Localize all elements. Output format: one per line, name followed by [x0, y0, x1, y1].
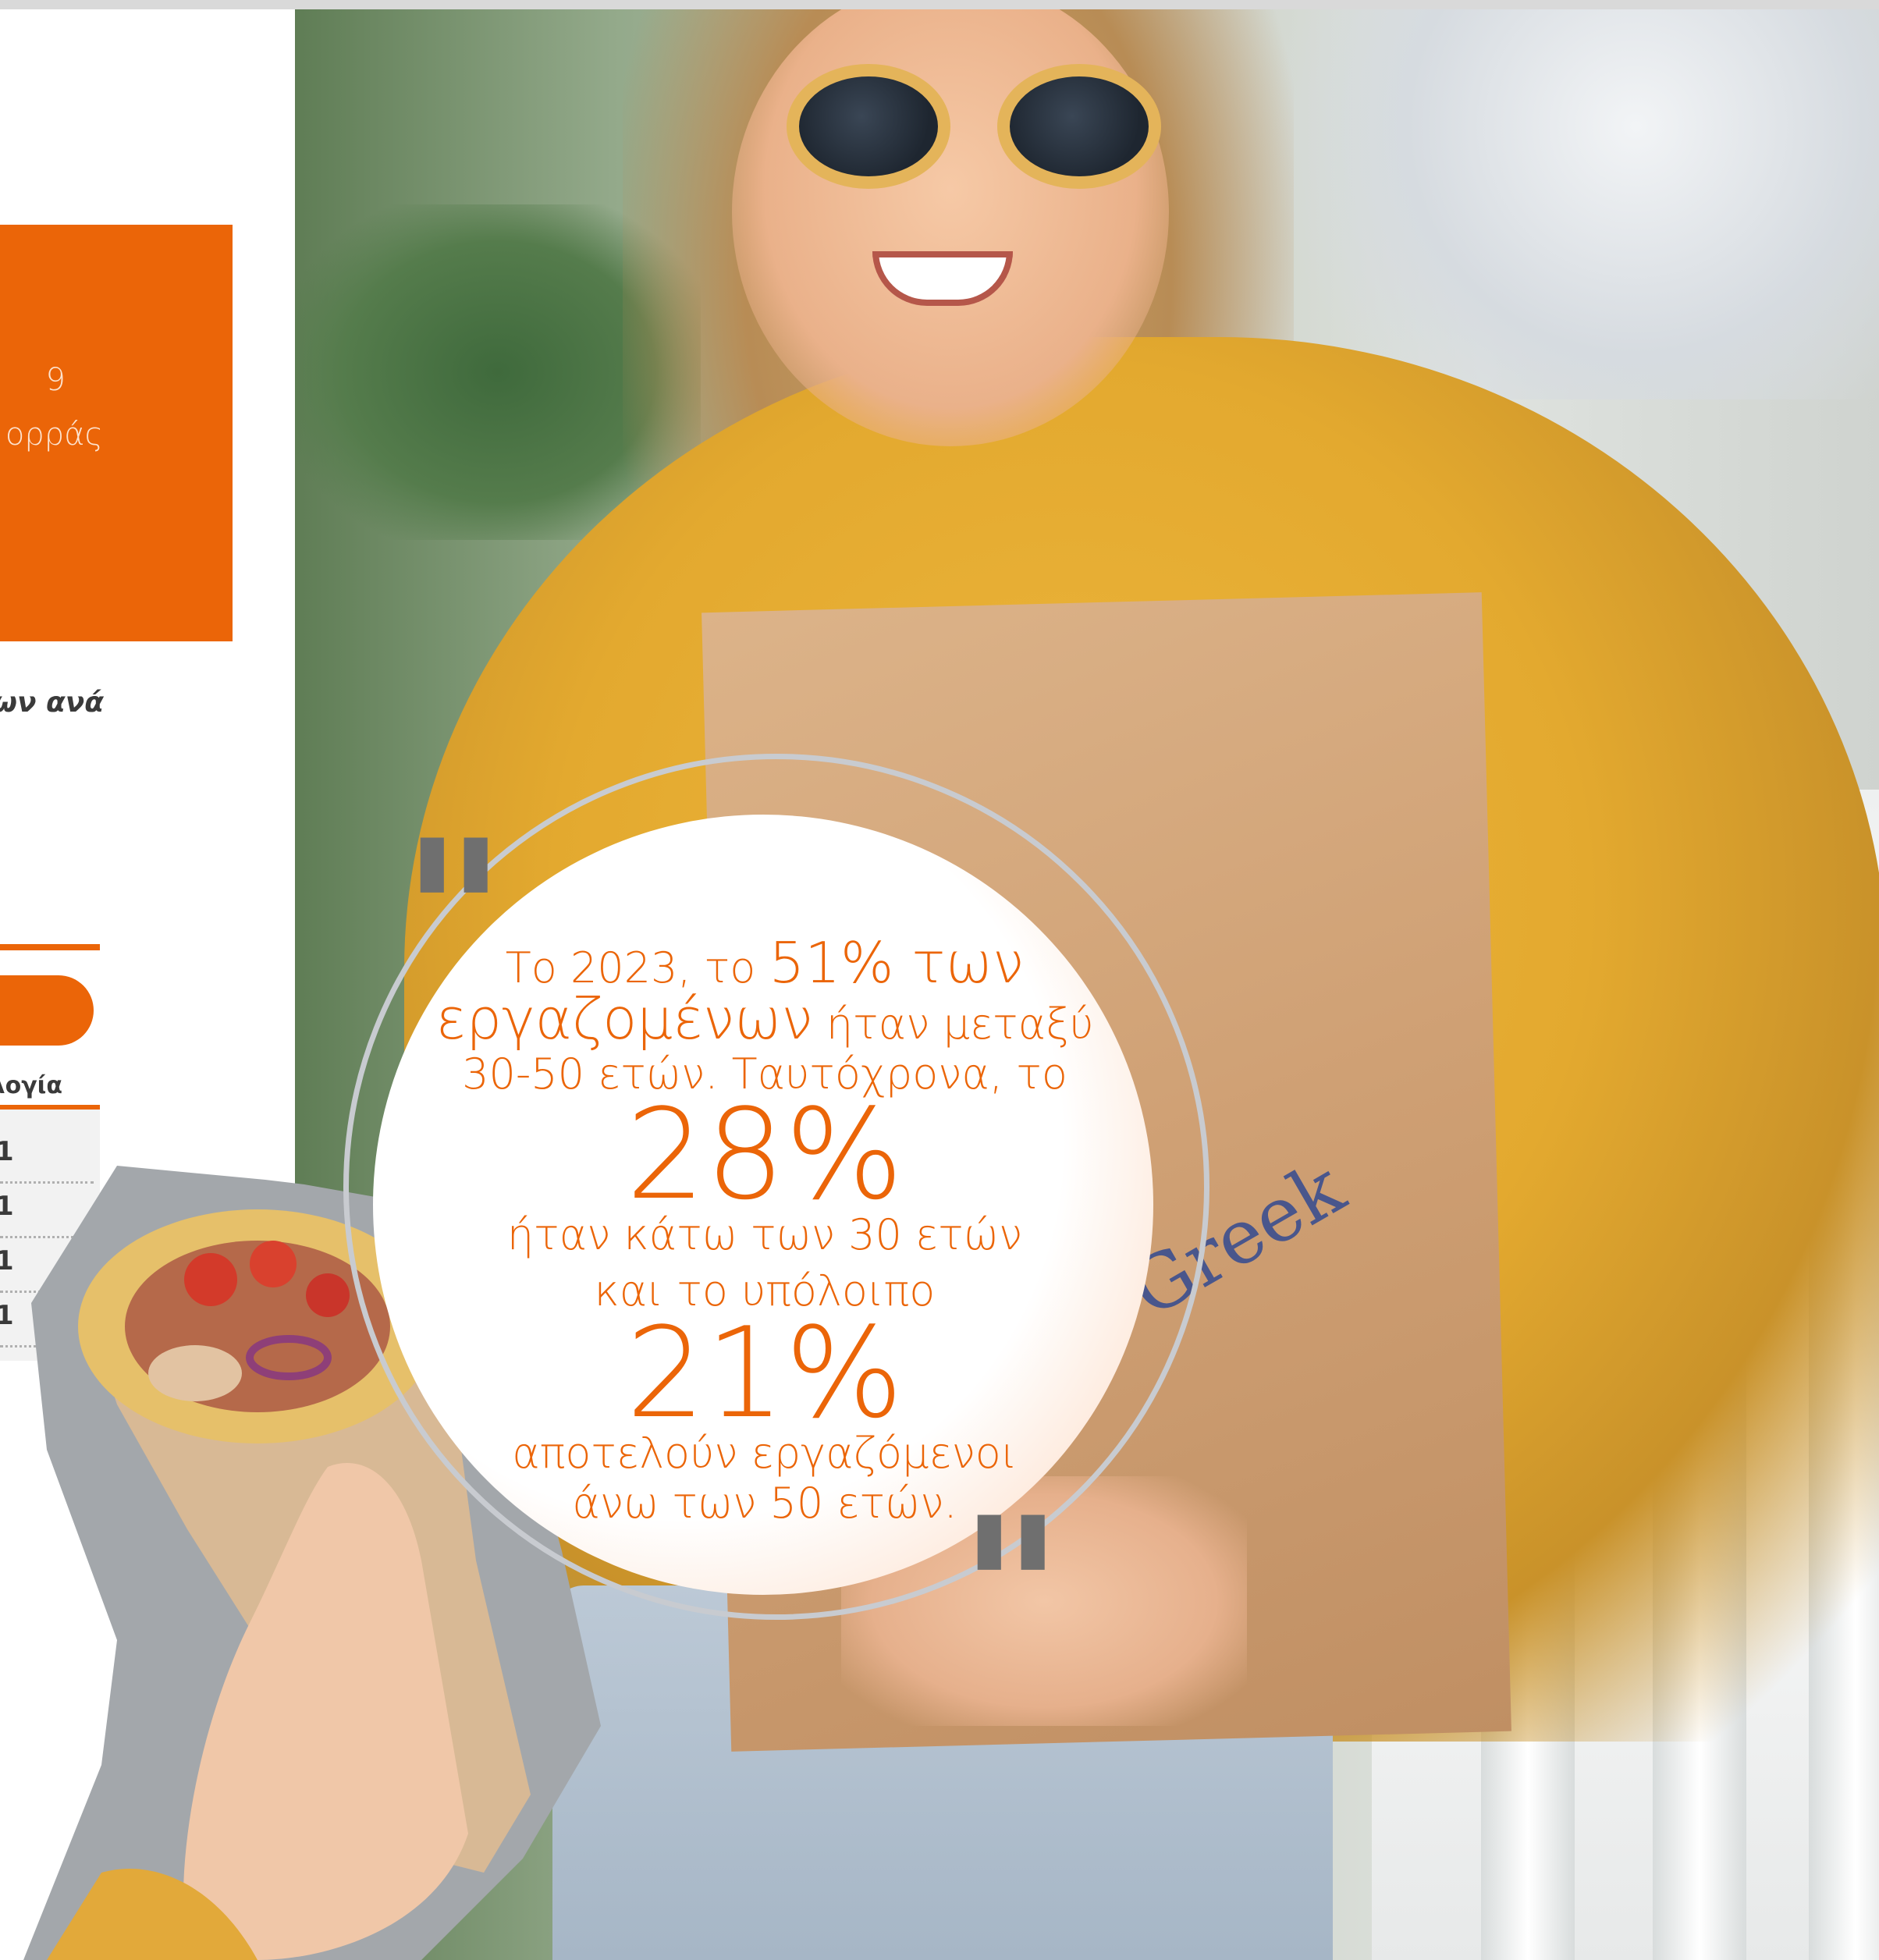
table-cell: 1	[0, 1136, 14, 1167]
quote-stat: 28%	[626, 1081, 904, 1227]
table-row-divider	[0, 1181, 94, 1184]
sunglasses-lens-right	[997, 64, 1161, 189]
table-body: 1 1 1 1	[0, 1110, 100, 1361]
sunglasses-lens-left	[787, 64, 950, 189]
photo-background-glow	[1270, 9, 1879, 399]
quote-line: ήταν κάτω των 30 ετών	[506, 1210, 1023, 1259]
table-column-header: λογία	[0, 1072, 62, 1099]
orange-box-line: ορράς	[5, 417, 103, 453]
table-row-divider	[0, 1291, 94, 1293]
orange-box-line: 9	[45, 362, 66, 398]
quote-text: ήταν μεταξύ	[812, 1000, 1094, 1049]
table-cell: 1	[0, 1191, 14, 1222]
table-top-rule	[0, 944, 100, 950]
quote-line: άνω των 50 ετών.	[572, 1479, 957, 1528]
quote-line: αποτελούν εργαζόμενοι	[512, 1429, 1018, 1478]
quote-text: Το 2023, το	[505, 943, 769, 992]
caption-fragment: των ανά	[0, 687, 104, 719]
quote-stat: 21%	[626, 1300, 904, 1446]
orange-highlight-box: 9 ορράς	[0, 225, 233, 641]
table-header-pill	[0, 975, 94, 1046]
table-cell: 1	[0, 1245, 14, 1276]
table-row-divider	[0, 1345, 94, 1348]
table-cell: 1	[0, 1300, 14, 1331]
quote-highlight: εργαζομένων	[435, 986, 813, 1052]
left-column: 9 ορράς των ανά λογία 1 1 1 1	[0, 9, 295, 1960]
table-row-divider	[0, 1236, 94, 1238]
quote-line: εργαζομένων ήταν μεταξύ	[421, 991, 1108, 1047]
top-rule	[0, 0, 1879, 9]
quote-line: Το 2023, το 51% των	[421, 935, 1108, 991]
sunglasses-icon	[740, 64, 1177, 189]
